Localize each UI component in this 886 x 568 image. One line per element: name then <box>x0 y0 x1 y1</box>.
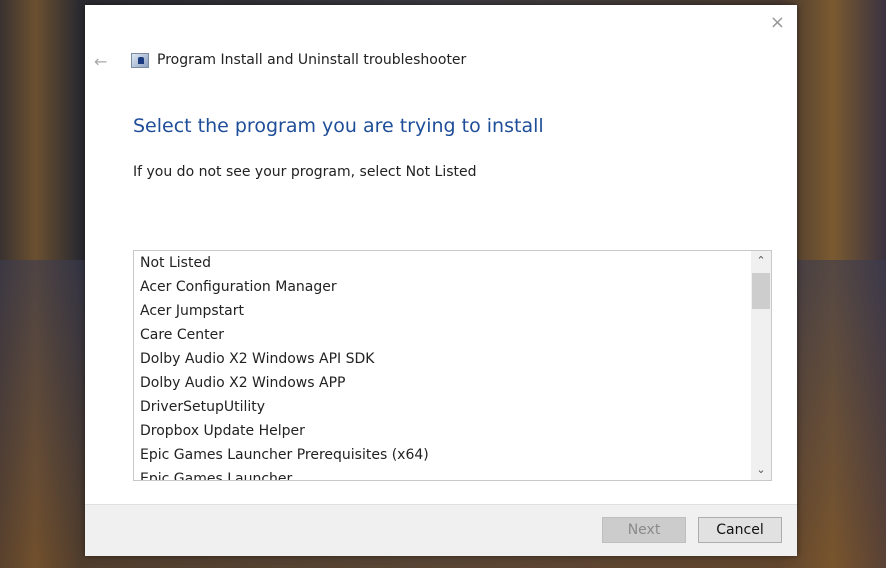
list-item[interactable]: Dolby Audio X2 Windows APP <box>134 371 751 395</box>
dialog-footer: Next Cancel <box>85 504 797 556</box>
vertical-scrollbar[interactable]: ⌃ ⌄ <box>751 251 771 480</box>
troubleshooter-app-icon <box>131 53 149 68</box>
list-item[interactable]: DriverSetupUtility <box>134 395 751 419</box>
scroll-down-icon[interactable]: ⌄ <box>751 460 771 480</box>
scroll-up-icon[interactable]: ⌃ <box>751 251 771 271</box>
list-item[interactable]: Not Listed <box>134 251 751 275</box>
window-title: Program Install and Uninstall troublesho… <box>157 52 467 68</box>
page-heading: Select the program you are trying to ins… <box>133 115 544 137</box>
program-list[interactable]: Not Listed Acer Configuration Manager Ac… <box>133 250 772 481</box>
scrollbar-thumb[interactable] <box>752 273 770 309</box>
list-item[interactable]: Acer Configuration Manager <box>134 275 751 299</box>
instruction-text: If you do not see your program, select N… <box>133 164 477 180</box>
list-item[interactable]: Care Center <box>134 323 751 347</box>
list-item[interactable]: Dolby Audio X2 Windows API SDK <box>134 347 751 371</box>
list-item[interactable]: Epic Games Launcher <box>134 467 751 480</box>
list-item[interactable]: Epic Games Launcher Prerequisites (x64) <box>134 443 751 467</box>
close-icon[interactable]: × <box>770 13 785 33</box>
list-item[interactable]: Acer Jumpstart <box>134 299 751 323</box>
back-arrow-icon[interactable]: ← <box>94 52 107 71</box>
list-item[interactable]: Dropbox Update Helper <box>134 419 751 443</box>
troubleshooter-dialog: × ← Program Install and Uninstall troubl… <box>85 5 797 556</box>
next-button[interactable]: Next <box>602 517 686 543</box>
cancel-button[interactable]: Cancel <box>698 517 782 543</box>
